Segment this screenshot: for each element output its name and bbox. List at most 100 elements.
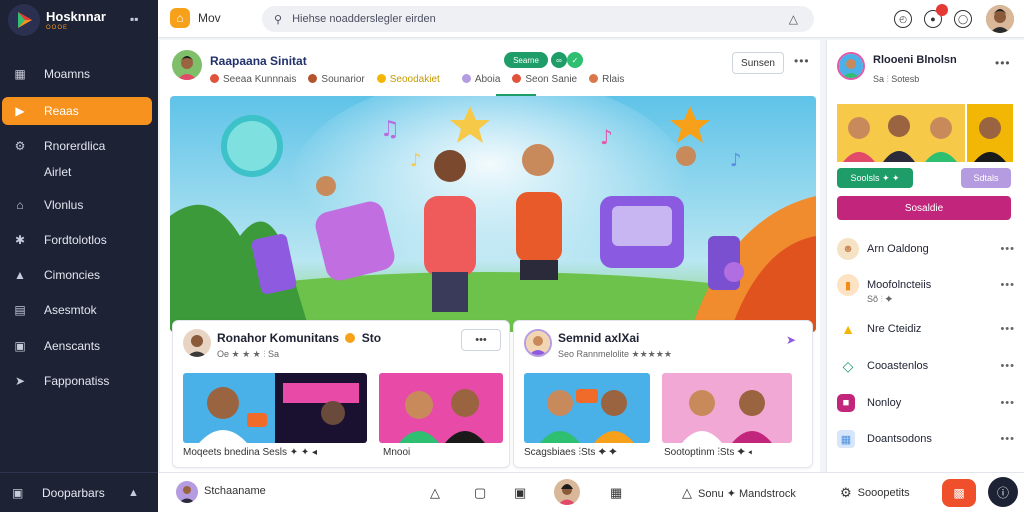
card-thumbnail[interactable]	[183, 373, 367, 443]
profile-gallery[interactable]	[837, 104, 1013, 162]
gear-icon: ⚙	[14, 139, 26, 153]
more-options-button[interactable]: •••	[461, 329, 501, 351]
home-link[interactable]: ⌂ Mov	[170, 8, 221, 28]
meta-item[interactable]: Seeaa Kunnnais	[210, 74, 296, 85]
search-placeholder: Hiehse noadderslegler eirden	[292, 13, 436, 25]
card-title[interactable]: Ronahor Komunitans Sto	[217, 331, 381, 345]
grid-menu-icon[interactable]: ▪▪	[130, 12, 139, 26]
link-icon[interactable]: ∞	[551, 52, 567, 68]
brand-subtitle: OOOE	[46, 24, 69, 31]
more-options-icon[interactable]: •••	[995, 56, 1011, 70]
sidebar-item-fapponatiss[interactable]: ➤ Fapponatiss	[2, 367, 152, 395]
more-options-icon[interactable]: •••	[794, 54, 810, 68]
card-avatar[interactable]	[183, 329, 211, 357]
sidebar-item-reaas[interactable]: ▶ Reaas	[2, 97, 152, 125]
sidebar-item-label: Asesmtok	[44, 303, 97, 317]
profile-name[interactable]: Rlooeni Blnolsn	[873, 54, 957, 66]
sidebar-item-label: Fordtolotlos	[44, 233, 107, 247]
chart-line-icon: ▤	[14, 303, 26, 317]
list-item[interactable]: ◇ Cooastenlos •••	[837, 353, 1017, 379]
gift-button[interactable]: ▩	[942, 479, 976, 507]
list-item[interactable]: ▮ Moofolncteiis Sõ ⫶ ✦ •••	[837, 272, 1017, 304]
card-icon: ▣	[12, 485, 24, 500]
card-thumbnail[interactable]	[662, 373, 792, 443]
mandstrock-link[interactable]: △ Sonu ✦ Mandstrock	[682, 485, 796, 501]
more-options-icon[interactable]: •••	[1000, 397, 1015, 409]
more-options-icon[interactable]: •••	[1000, 433, 1015, 445]
details-button[interactable]: Sdtals	[961, 168, 1011, 188]
share-icon[interactable]: △	[430, 485, 440, 501]
subscribe-button[interactable]: Sosaldie	[837, 196, 1011, 220]
settings-icon[interactable]: ◯	[954, 10, 972, 28]
bottom-bar: Stchaaname △ ▢ ▣ ▦ △ Sonu ✦ Mandstrock ⚙…	[158, 472, 1024, 512]
more-options-icon[interactable]: •••	[1000, 243, 1015, 255]
meta-item[interactable]: Sounarior	[308, 74, 365, 85]
gallery-icon[interactable]: ▦	[610, 485, 622, 501]
mic-icon[interactable]: △	[789, 12, 798, 26]
list-item[interactable]: ▦ Doantsodons •••	[837, 426, 1017, 452]
chat-icon[interactable]: ▢	[474, 485, 486, 501]
creator-avatar[interactable]	[554, 479, 580, 505]
info-button[interactable]: ⓘ	[988, 477, 1018, 507]
follow-pill[interactable]: Searne	[504, 52, 548, 68]
post-header: Raapaana Sinitat Seeaa Kunnnais Sounario…	[172, 50, 812, 92]
post-author-avatar[interactable]	[172, 50, 202, 80]
list-item[interactable]: ▲ Nre Cteidiz •••	[837, 316, 1017, 342]
more-options-icon[interactable]: •••	[1000, 279, 1015, 291]
meta-item[interactable]: Rlais	[589, 74, 624, 85]
play-icon: ▶	[15, 104, 25, 118]
search-input[interactable]: ⚲ Hiehse noadderslegler eirden △	[262, 6, 814, 32]
meta-item[interactable]: Aboia	[461, 74, 500, 85]
meta-item[interactable]: Seon Sanie	[512, 74, 577, 85]
thumbnail-caption: Scagsbiaes ⫶Sts ✦ ✦	[524, 447, 617, 458]
settings-icon: ⚙	[840, 485, 852, 500]
card-avatar[interactable]	[524, 329, 552, 357]
user-avatar[interactable]	[176, 481, 198, 503]
user-icon[interactable]: ▲	[128, 487, 139, 499]
sidebar-item-aenscants[interactable]: ▣ Aenscants	[2, 332, 152, 360]
sidebar-item-rnorerdlica[interactable]: ⚙ Rnorerdlica Airlet	[2, 135, 152, 179]
community-card-1[interactable]: Ronahor Komunitans Sto Oe ★ ★ ★ ⫶ Sa •••…	[172, 320, 510, 468]
post-meta: Seeaa Kunnnais Sounarior Seoodakiet Aboi…	[210, 74, 624, 85]
home-icon: ⌂	[170, 8, 190, 28]
badge-icon	[345, 333, 356, 343]
meta-item[interactable]: Seoodakiet	[376, 74, 440, 85]
sidebar-item-label-2: Airlet	[44, 165, 72, 179]
more-options-icon[interactable]: •••	[1000, 323, 1015, 335]
sidebar: Hosknnar OOOE ▪▪ ▦ Moamns ▶ Reaas ⚙ Rnor…	[0, 0, 158, 512]
topbar: ⌂ Mov ⚲ Hiehse noadderslegler eirden △ ◴…	[158, 0, 1024, 38]
play-logo-icon	[8, 4, 40, 36]
sidebar-item-moamns[interactable]: ▦ Moamns	[2, 60, 152, 88]
bookmark-icon[interactable]: ▣	[514, 485, 526, 501]
send-icon[interactable]: ➤	[786, 333, 796, 347]
check-icon[interactable]: ✓	[567, 52, 583, 68]
sidebar-item-asesmtok[interactable]: ▤ Asesmtok	[2, 296, 152, 324]
sidebar-item-label: Aenscants	[44, 339, 101, 353]
brand[interactable]: Hosknnar OOOE	[8, 4, 106, 36]
save-button[interactable]: Sunsen	[732, 52, 784, 74]
sidebar-item-fordtolotlos[interactable]: ✱ Fordtolotlos	[2, 226, 152, 254]
list-item[interactable]: ☻ Arn Oaldong •••	[837, 236, 1017, 262]
card-thumbnail[interactable]	[379, 373, 503, 443]
settings-link[interactable]: ⚙ Sooopetits	[840, 485, 910, 501]
clock-icon[interactable]: ◴	[894, 10, 912, 28]
post-author-name[interactable]: Raapaana Sinitat	[210, 54, 307, 68]
follow-button[interactable]: Soolsls ✦ ✦	[837, 168, 913, 188]
bell-icon: ▲	[14, 268, 26, 282]
profile-avatar[interactable]	[837, 52, 865, 80]
sidebar-footer[interactable]: ▣ Dooparbars ▲	[0, 472, 158, 512]
card-subtitle: Seo Rannmelolite ★★★★★	[558, 349, 672, 359]
community-card-2[interactable]: Semnid axlXai Seo Rannmelolite ★★★★★ ➤ S…	[513, 320, 813, 468]
more-options-icon[interactable]: •••	[1000, 360, 1015, 372]
card-thumbnail[interactable]	[524, 373, 650, 443]
list-item[interactable]: ■ Nonloy •••	[837, 390, 1017, 416]
user-avatar[interactable]	[986, 5, 1014, 33]
sidebar-item-cimoncies[interactable]: ▲ Cimoncies	[2, 261, 152, 289]
hero-image[interactable]: ♫ ♪ ♪ ♪	[170, 96, 816, 332]
channel-label[interactable]: Stchaaname	[204, 485, 266, 497]
right-panel: Rlooeni Blnolsn Sa ⫶ Sotesb ••• Soolsls …	[826, 40, 1024, 472]
svg-text:♪: ♪	[410, 150, 422, 171]
sidebar-item-vlonlus[interactable]: ⌂ Vlonlus	[2, 191, 152, 219]
card-title[interactable]: Semnid axlXai	[558, 331, 639, 345]
notification-badge	[936, 4, 948, 16]
